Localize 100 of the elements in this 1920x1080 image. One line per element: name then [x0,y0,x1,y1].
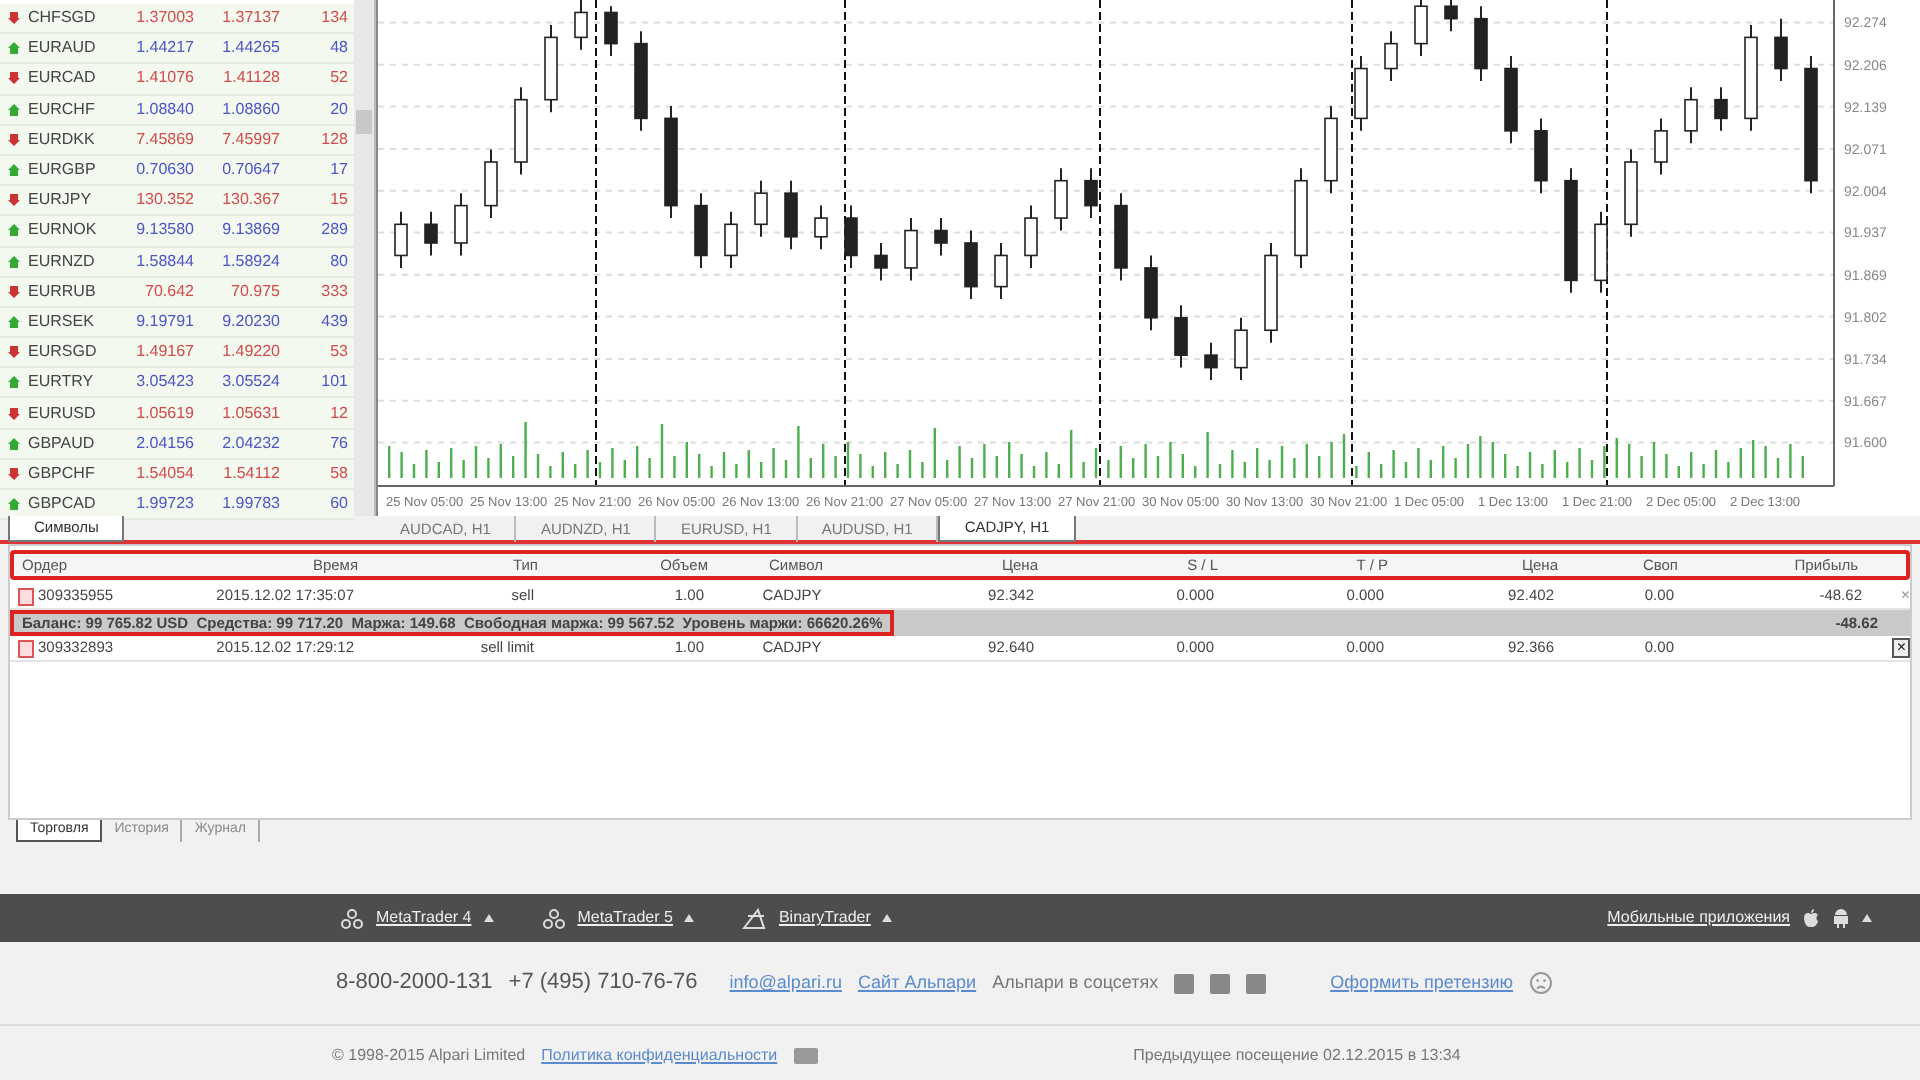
symbol-row[interactable]: EURSEK 9.19791 9.20230 439 [0,307,354,339]
spread-value: 12 [328,401,350,426]
bid-price: 1.49167 [134,340,196,365]
candle [1324,104,1338,195]
spread-value: 80 [328,249,350,274]
bid-price: 2.04156 [134,431,196,456]
apple-icon [1802,908,1820,928]
symbol-row[interactable]: CHFSGD 1.37003 1.37137 134 [0,4,354,35]
scrollbar[interactable] [354,0,374,516]
bid-price: 9.19791 [134,309,196,334]
close-button[interactable]: × [1892,638,1910,659]
ask-price: 0.70647 [220,158,282,183]
last-visit-text: Предыдущее посещение 02.12.2015 в 13:34 [1133,1044,1461,1068]
ask-price: 9.20230 [220,309,282,334]
bid-price: 9.13580 [134,218,196,243]
candle [1234,316,1248,382]
ask-price: 1.44265 [220,36,282,61]
platform-link[interactable]: MetaTrader 4 [340,906,494,930]
up-arrow-icon [8,376,20,389]
symbol-name: EURSGD [28,340,99,365]
bid-price: 1.05619 [134,401,196,426]
candle [994,242,1008,301]
down-arrow-icon [8,407,20,420]
symbol-row[interactable]: EURDKK 7.45869 7.45997 128 [0,125,354,156]
down-arrow-icon [8,72,20,85]
candle [1174,304,1188,369]
up-arrow-icon [8,315,20,328]
candle [1474,5,1488,82]
platform-link[interactable]: BinaryTrader [742,906,893,930]
symbol-name: EURUSD [28,401,98,426]
up-arrow-icon [8,255,20,268]
candle [604,5,618,58]
candle [1654,117,1668,176]
candle [964,229,978,301]
candle [1264,242,1278,344]
candle [1114,192,1128,282]
symbol-name: EURNZD [28,249,97,274]
spread-value: 289 [319,218,350,243]
symbol-row[interactable]: EURNOK 9.13580 9.13869 289 [0,216,354,247]
candle [1564,167,1578,294]
bid-price: 130.352 [134,188,196,213]
sad-face-icon [1529,972,1552,994]
spread-value: 48 [328,36,350,61]
symbol-row[interactable]: GBPAUD 2.04156 2.04232 76 [0,429,354,460]
symbol-name: EURJPY [28,188,94,213]
down-arrow-icon [8,467,20,480]
candle [1804,55,1818,195]
spread-value: 15 [328,188,350,213]
candle [844,204,858,269]
candle [814,204,828,251]
platform-link[interactable]: MetaTrader 5 [541,906,695,930]
candle [544,23,558,114]
ask-price: 1.49220 [220,340,282,365]
symbol-row[interactable]: EURRUB 70.642 70.975 333 [0,277,354,308]
spread-value: 101 [319,370,350,395]
ask-price: 1.58924 [220,249,282,274]
symbol-row[interactable]: EURAUD 1.44217 1.44265 48 [0,34,354,65]
symbol-row[interactable]: EURJPY 130.352 130.367 15 [0,186,354,217]
symbol-name: EURNOK [28,218,99,243]
mobile-apps-link[interactable]: Мобильные приложения [1607,906,1872,930]
ask-price: 130.367 [220,188,282,213]
candle [1144,254,1158,332]
symbol-row[interactable]: EURCHF 1.08840 1.08860 20 [0,95,354,126]
up-arrow-icon [8,498,20,511]
copyright-text: © 1998-2015 Alpari Limited [332,1044,526,1068]
symbol-row[interactable]: EURSGD 1.49167 1.49220 53 [0,338,354,369]
scrollbar-thumb[interactable] [356,110,372,134]
symbol-row[interactable]: EURGBP 0.70630 0.70647 17 [0,155,354,187]
down-arrow-icon [8,133,20,146]
candle [634,30,648,132]
up-arrow-icon [8,103,20,116]
symbol-row[interactable]: EURNZD 1.58844 1.58924 80 [0,247,354,278]
spread-value: 134 [319,6,350,31]
symbol-name: EURDKK [28,127,97,152]
candle [1714,86,1728,132]
up-arrow-icon [8,224,20,237]
candle [1084,167,1098,220]
spread-value: 333 [319,279,350,304]
spread-value: 128 [319,127,350,152]
ask-price: 1.37137 [220,6,282,31]
candle [664,104,678,220]
candle [454,192,468,257]
order-icon [18,639,34,658]
candle [934,217,948,257]
ask-price: 1.54112 [221,461,282,486]
symbol-row[interactable]: GBPCAD 1.99723 1.99783 60 [0,490,354,521]
ask-price: 3.05524 [220,370,282,395]
candle [754,179,768,238]
candle [1594,210,1608,294]
down-arrow-icon [8,346,20,359]
symbol-row[interactable]: EURUSD 1.05619 1.05631 12 [0,398,354,430]
bid-price: 1.99723 [134,492,196,517]
candle [1504,55,1518,145]
symbol-row[interactable]: GBPCHF 1.54054 1.54112 58 [0,459,354,490]
symbol-row[interactable]: EURCAD 1.41076 1.41128 52 [0,64,354,96]
bid-price: 1.44217 [134,36,196,61]
spread-value: 52 [328,66,350,91]
symbol-row[interactable]: EURTRY 3.05423 3.05524 101 [0,368,354,399]
symbol-name: EURCHF [28,97,97,122]
bid-price: 7.45869 [134,127,196,152]
